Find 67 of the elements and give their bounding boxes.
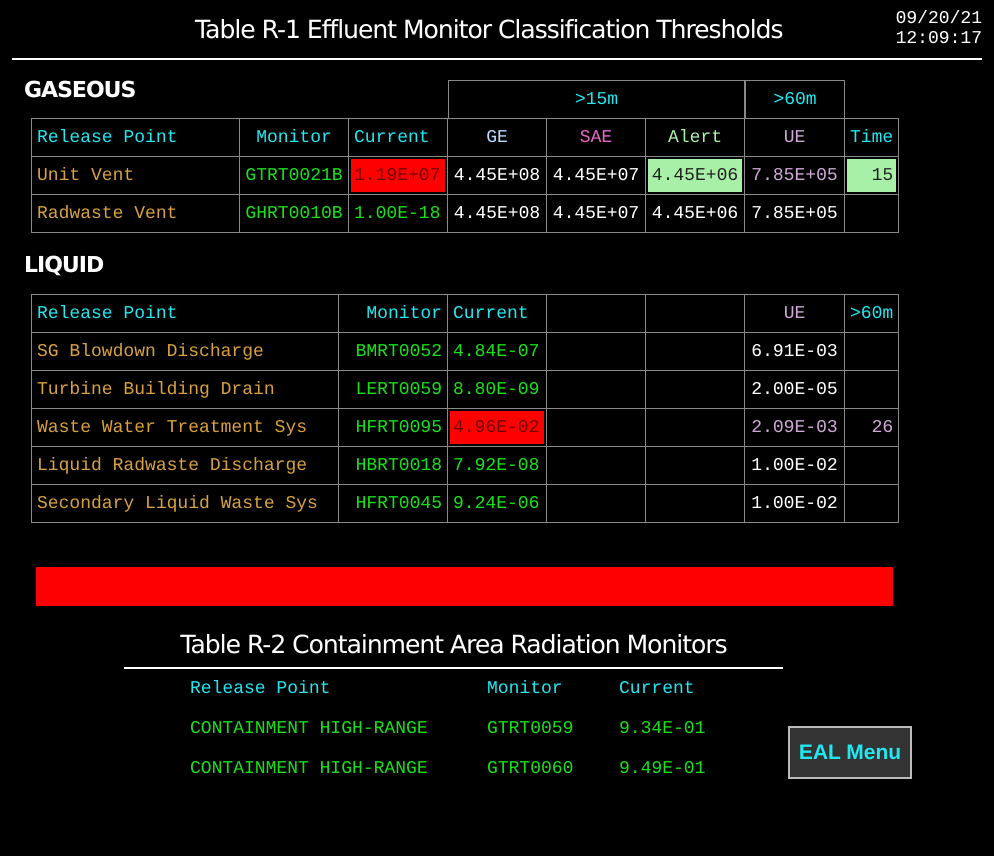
table-cell-text: HBRT0018 [354, 454, 443, 478]
table-cell-text: 4.84E-07 [452, 340, 540, 364]
table-cell-text: LERT0059 [354, 378, 443, 402]
table-cell-text: HFRT0095 [354, 416, 443, 440]
table-cell-text: HFRT0045 [354, 492, 443, 516]
section-title: LIQUID [24, 253, 104, 278]
table-cell-text: Liquid Radwaste Discharge [36, 454, 308, 478]
column-group-header: >60m [745, 80, 845, 118]
table-cell-text: 2.09E-03 [750, 416, 839, 440]
table-cell-text: 8.80E-09 [452, 378, 540, 402]
table-cell-text: 4.45E+08 [452, 164, 542, 188]
table-cell-text: Unit Vent [36, 164, 136, 188]
table-cell-text: 26 [870, 416, 894, 440]
table-cell-text: GTRT0060 [487, 758, 574, 781]
column-header: Release Point [190, 678, 330, 701]
column-header: Current [353, 126, 431, 150]
table-cell-text: 1.00E-02 [750, 454, 839, 478]
table-cell-text: 1.00E-18 [353, 202, 442, 226]
table-cell: 15 [847, 159, 896, 192]
table-cell-text: Radwaste Vent [36, 202, 178, 226]
table-cell-text: 1.00E-02 [750, 492, 839, 516]
table-cell-text: 7.85E+05 [750, 202, 839, 226]
table-cell-text: SG Blowdown Discharge [36, 340, 265, 364]
eal-menu-button[interactable]: EAL Menu [788, 726, 912, 779]
column-header: Current [452, 302, 530, 326]
column-header: GE [485, 126, 509, 150]
date-text: 09/20/21 [896, 9, 982, 29]
time-text: 12:09:17 [896, 29, 982, 49]
table-cell-text: 4.45E+08 [452, 202, 542, 226]
table-cell: 4.96E-02 [450, 411, 544, 444]
column-header: Monitor [255, 126, 333, 150]
table-cell-text: 4.45E+06 [650, 202, 740, 226]
table-cell-text: 9.34E-01 [619, 718, 706, 741]
section-title: GASEOUS [24, 78, 136, 103]
table-cell-text: Secondary Liquid Waste Sys [36, 492, 319, 516]
table-cell-text: 9.24E-06 [452, 492, 540, 516]
table-cell-text: CONTAINMENT HIGH-RANGE [190, 758, 428, 781]
column-header: Alert [666, 126, 723, 150]
column-header: Release Point [36, 126, 178, 150]
table-cell-text: Waste Water Treatment Sys [36, 416, 308, 440]
column-header: Release Point [36, 302, 178, 326]
column-header: UE [782, 126, 806, 150]
table-cell-text: 7.92E-08 [452, 454, 540, 478]
table-cell-text: CONTAINMENT HIGH-RANGE [190, 718, 428, 741]
column-group-header: >15m [448, 80, 745, 118]
table-cell-text: BMRT0052 [354, 340, 443, 364]
table-cell: 4.45E+06 [648, 159, 742, 192]
column-header: UE [782, 302, 806, 326]
table-cell: 1.19E+07 [351, 159, 445, 192]
table-cell-text: 4.45E+07 [552, 164, 640, 188]
column-header: Time [849, 126, 894, 150]
table-cell-text: 9.49E-01 [619, 758, 706, 781]
table-title: Table R-2 Containment Area Radiation Monitors [124, 630, 783, 669]
column-header: >60m [849, 302, 894, 326]
table-cell-text: GHRT0010B [244, 202, 344, 226]
table-cell-text: 6.91E-03 [750, 340, 839, 364]
table-cell-text: GTRT0021B [244, 164, 344, 188]
column-header: Monitor [487, 678, 563, 701]
screen-title: Table R-1 Effluent Monitor Classification Thresholds [194, 14, 784, 44]
column-header: SAE [578, 126, 614, 150]
table-cell-text: Turbine Building Drain [36, 378, 276, 402]
table-cell-text: 7.85E+05 [750, 164, 839, 188]
table-cell-text: 2.00E-05 [750, 378, 839, 402]
column-header: Monitor [365, 302, 443, 326]
column-header: Current [619, 678, 695, 701]
table-cell-text: 4.45E+07 [552, 202, 640, 226]
table-cell-text: GTRT0059 [487, 718, 574, 741]
